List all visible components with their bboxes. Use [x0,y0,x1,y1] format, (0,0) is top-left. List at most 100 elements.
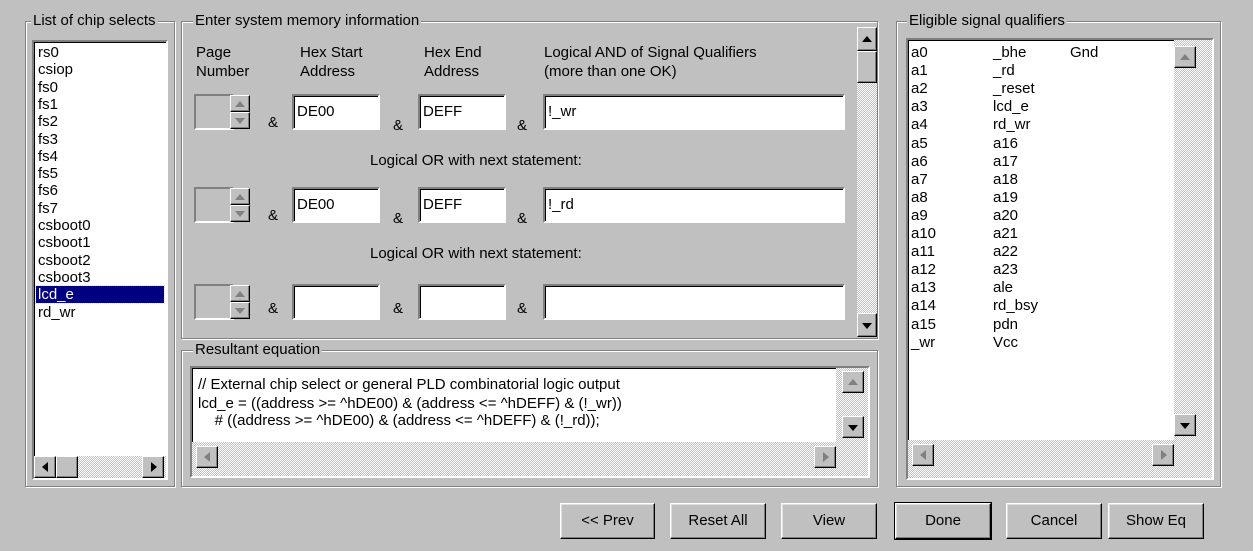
memory-scroll-down[interactable] [857,313,877,337]
qualifier-item[interactable]: a0 [911,44,928,62]
qualifier-item[interactable]: a2 [911,80,928,98]
qualifier-row[interactable]: a0 _bhe Gnd [908,44,1168,62]
equation-scroll-up[interactable] [842,371,864,393]
hex-start-input-2[interactable]: DE00 [292,187,380,223]
qualifier-item[interactable]: a11 [911,243,935,261]
chip-select-item[interactable]: csiop [36,61,164,78]
page-number-value-3[interactable] [194,284,234,320]
qualifiers-scroll-up[interactable] [1174,46,1196,68]
chip-list-scroll-thumb[interactable] [56,456,78,478]
reset-all-button[interactable]: Reset All [670,503,766,539]
chip-select-item[interactable]: fs7 [36,200,164,217]
qualifier-row[interactable]: a9 a20 [908,207,1168,225]
qualifiers-input-1[interactable]: !_wr [543,94,845,130]
qualifiers-input-3[interactable] [543,284,845,320]
equation-textbox[interactable]: // External chip select or general PLD c… [190,366,870,478]
done-button[interactable]: Done [894,502,992,540]
hex-start-input-1[interactable]: DE00 [292,94,380,130]
qualifier-item[interactable]: a15 [911,316,936,334]
qualifier-item[interactable]: a1 [911,62,928,80]
qualifier-item[interactable]: a20 [993,207,1018,225]
qualifier-item[interactable]: a23 [993,261,1018,279]
qualifier-item[interactable]: a10 [911,225,936,243]
spin-down-button-3[interactable] [230,302,250,319]
hex-end-input-3[interactable] [418,284,506,320]
show-eq-button[interactable]: Show Eq [1108,503,1204,539]
qualifiers-vscroll[interactable] [1174,40,1212,452]
chip-select-item[interactable]: csboot0 [36,217,164,234]
qualifier-row[interactable]: a6 a17 [908,153,1168,171]
qualifier-item[interactable]: a17 [993,153,1018,171]
hex-end-input-1[interactable]: DEFF [418,94,506,130]
qualifier-item[interactable]: a5 [911,135,928,153]
qualifier-item[interactable]: _bhe [993,44,1026,62]
qualifier-item[interactable]: a16 [993,135,1018,153]
qualifier-item[interactable]: a19 [993,189,1018,207]
qualifier-item[interactable]: Vcc [993,334,1018,352]
qualifier-item[interactable]: a13 [911,279,936,297]
memory-scroll-thumb[interactable] [857,51,877,83]
chip-select-item[interactable]: fs6 [36,182,164,199]
qualifier-item[interactable]: Gnd [1070,44,1098,62]
chip-select-item[interactable]: fs4 [36,148,164,165]
chip-select-item[interactable]: fs3 [36,131,164,148]
page-number-spinner-2[interactable] [194,187,250,223]
hex-start-input-3[interactable] [292,284,380,320]
spin-up-button-2[interactable] [230,188,250,205]
qualifier-row[interactable]: _wr Vcc [908,334,1168,352]
qualifier-item[interactable]: a9 [911,207,928,225]
memory-vscroll[interactable] [857,27,877,337]
qualifiers-scroll-right[interactable] [1152,444,1174,466]
qualifier-item[interactable]: a12 [911,261,936,279]
qualifier-row[interactable]: a4 rd_wr [908,116,1168,134]
spin-up-button-3[interactable] [230,285,250,302]
qualifier-item[interactable]: a4 [911,116,928,134]
qualifier-item[interactable]: a21 [993,225,1018,243]
page-number-spinner-3[interactable] [194,284,250,320]
qualifier-row[interactable]: a15 pdn [908,316,1168,334]
spin-down-button-2[interactable] [230,205,250,222]
qualifier-row[interactable]: a8 a19 [908,189,1168,207]
qualifier-row[interactable]: a3 lcd_e [908,98,1168,116]
qualifier-item[interactable]: a3 [911,98,928,116]
chip-select-item[interactable]: lcd_e [35,285,165,305]
chip-list-scroll-right[interactable] [142,456,164,478]
qualifier-item[interactable]: _rd [993,62,1015,80]
prev-button[interactable]: << Prev [560,503,655,539]
qualifier-row[interactable]: a5 a16 [908,135,1168,153]
qualifier-item[interactable]: a14 [911,297,936,315]
chip-select-list[interactable]: rs0 csiop fs0 fs1 fs2 fs3 fs4 fs5 fs6 fs7 csboot0 c… [32,40,168,480]
hex-end-input-2[interactable]: DEFF [418,187,506,223]
page-number-value-2[interactable] [194,187,234,223]
equation-hscroll[interactable] [192,442,868,476]
equation-scroll-down[interactable] [842,416,864,438]
qualifier-item[interactable]: rd_wr [993,116,1031,134]
qualifier-row[interactable]: a7 a18 [908,171,1168,189]
chip-select-item[interactable]: fs0 [36,79,164,96]
qualifiers-list[interactable]: a0 _bhe Gnd a1 _rd a2 _reset a3 lcd_e a4 rd_wr a5 a1… [906,38,1214,480]
qualifiers-scroll-down[interactable] [1174,414,1196,436]
qualifier-row[interactable]: a2 _reset [908,80,1168,98]
qualifier-row[interactable]: a14 rd_bsy [908,297,1168,315]
spin-down-button-1[interactable] [230,112,250,129]
page-number-spinner-1[interactable] [194,94,250,130]
qualifier-row[interactable]: a11 a22 [908,243,1168,261]
qualifier-item[interactable]: lcd_e [993,98,1029,116]
qualifier-row[interactable]: a13 ale [908,279,1168,297]
equation-vscroll[interactable] [836,368,868,442]
qualifier-item[interactable]: _reset [993,80,1035,98]
qualifier-item[interactable]: a22 [993,243,1018,261]
qualifier-row[interactable]: a1 _rd [908,62,1168,80]
qualifier-row[interactable]: a12 a23 [908,261,1168,279]
chip-select-item[interactable]: fs5 [36,165,164,182]
qualifiers-scroll-left[interactable] [912,444,934,466]
qualifiers-hscroll[interactable] [908,440,1212,478]
chip-select-item[interactable]: csboot3 [36,269,164,286]
qualifier-item[interactable]: rd_bsy [993,297,1038,315]
equation-scroll-left[interactable] [196,446,218,468]
qualifier-item[interactable]: ale [993,279,1013,297]
qualifier-item[interactable]: a7 [911,171,928,189]
qualifier-item[interactable]: _wr [911,334,935,352]
qualifier-item[interactable]: a18 [993,171,1018,189]
memory-scroll-up[interactable] [857,27,877,51]
